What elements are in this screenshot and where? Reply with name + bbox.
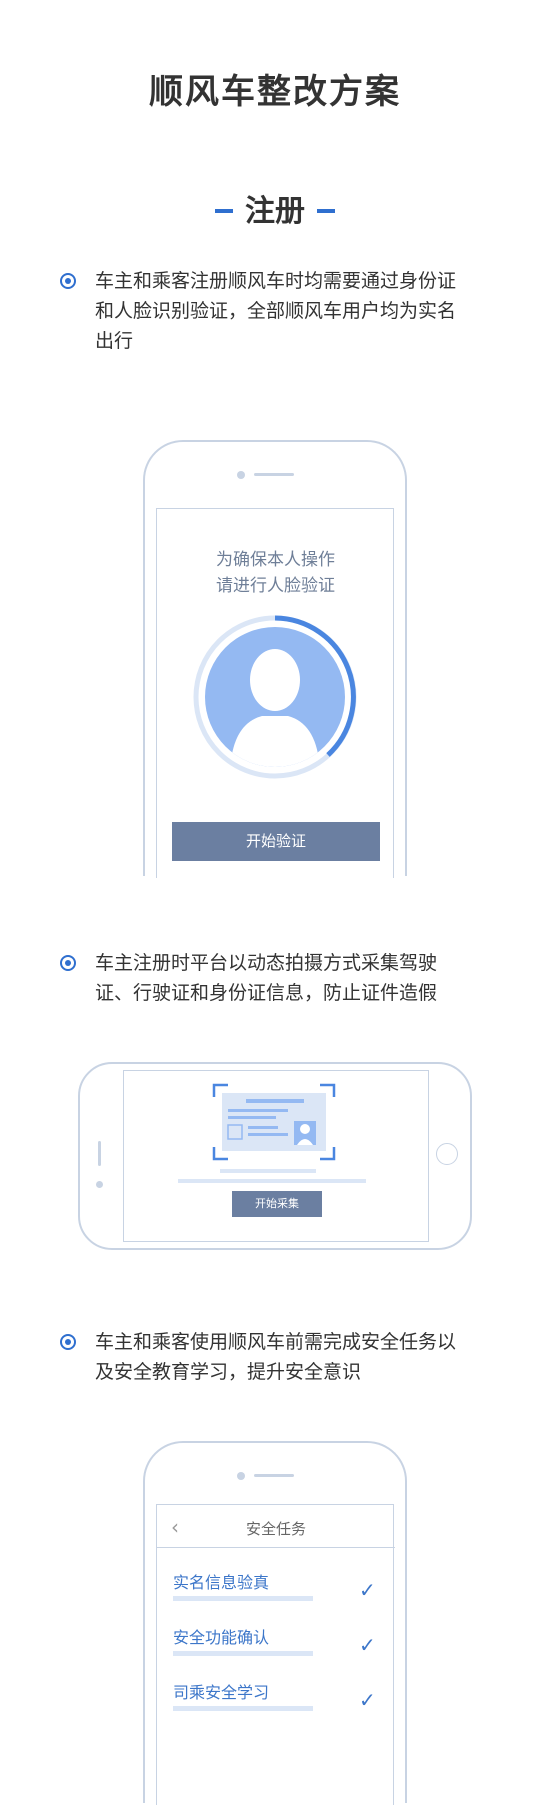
task-progress [173,1651,313,1656]
check-icon: ✓ [359,1578,376,1602]
bullet-icon [60,273,76,289]
face-prompt-line-1: 为确保本人操作 [216,550,335,570]
face-avatar-icon [193,615,357,779]
section-heading: 注册 [0,186,550,230]
item-1-text: 车主和乘客注册顺风车时均需要通过身份证 和人脸识别验证，全部顺风车用户均为实名 … [95,266,495,356]
phone-screen: ‹ 安全任务 实名信息验真 ✓ 安全功能确认 ✓ 司乘安全学习 ✓ [156,1504,395,1805]
face-prompt-line-2: 请进行人脸验证 [216,576,335,596]
scan-line [220,1169,316,1173]
speaker-icon [254,473,294,476]
phone-id-capture: 开始采集 [78,1062,472,1250]
home-button-icon [436,1143,458,1165]
check-icon: ✓ [359,1633,376,1657]
speaker-icon [98,1141,101,1166]
start-verify-button[interactable]: 开始验证 [172,822,380,861]
bullet-icon [60,955,76,971]
phone-screen: 开始采集 [123,1070,429,1242]
heading-dash-right [317,208,335,213]
task-label: 实名信息验真 [173,1573,270,1592]
check-icon: ✓ [359,1688,376,1712]
item-1-line-3: 出行 [95,330,134,352]
item-2-line-2: 证、行驶证和身份证信息，防止证件造假 [95,982,438,1004]
nav-title: 安全任务 [245,1520,306,1538]
item-2-line-1: 车主注册时平台以动态拍摄方式采集驾驶 [95,952,438,974]
phone-face-verify: 为确保本人操作 请进行人脸验证 开始验证 [143,440,407,878]
task-label: 司乘安全学习 [173,1683,270,1702]
scan-line [178,1179,366,1183]
phone-screen: 为确保本人操作 请进行人脸验证 开始验证 [156,508,394,878]
task-progress [173,1596,313,1601]
camera-icon [237,471,245,479]
task-label: 安全功能确认 [173,1628,270,1647]
id-card-icon [212,1083,336,1161]
camera-icon [96,1181,103,1188]
item-3-line-2: 及安全教育学习，提升安全意识 [95,1361,362,1383]
camera-icon [237,1472,245,1480]
section-title: 注册 [245,194,305,229]
item-1-line-1: 车主和乘客注册顺风车时均需要通过身份证 [95,270,457,292]
item-3-line-1: 车主和乘客使用顺风车前需完成安全任务以 [95,1331,457,1353]
start-collect-button[interactable]: 开始采集 [232,1191,322,1217]
task-progress [173,1706,313,1711]
face-prompt: 为确保本人操作 请进行人脸验证 [149,547,402,599]
phone-safety-tasks: ‹ 安全任务 实名信息验真 ✓ 安全功能确认 ✓ 司乘安全学习 ✓ [143,1441,407,1805]
item-2-text: 车主注册时平台以动态拍摄方式采集驾驶 证、行驶证和身份证信息，防止证件造假 [95,948,495,1008]
bullet-icon [60,1334,76,1350]
heading-dash-left [215,208,233,213]
speaker-icon [254,1474,294,1477]
item-1-line-2: 和人脸识别验证，全部顺风车用户均为实名 [95,300,457,322]
item-3-text: 车主和乘客使用顺风车前需完成安全任务以 及安全教育学习，提升安全意识 [95,1327,495,1387]
nav-divider [157,1547,395,1548]
page-title: 顺风车整改方案 [149,72,401,112]
